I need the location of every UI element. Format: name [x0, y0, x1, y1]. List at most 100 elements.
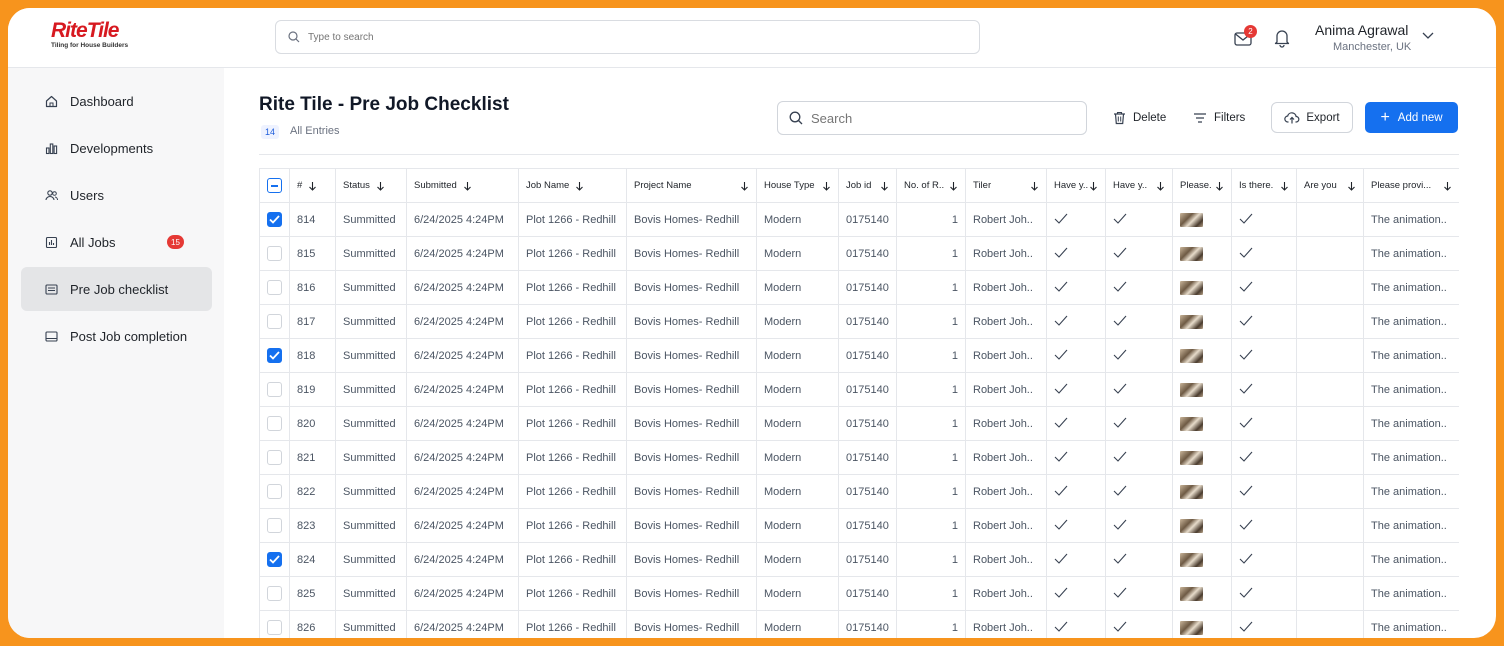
row-checkbox[interactable] [267, 212, 282, 227]
table-search[interactable] [777, 101, 1087, 135]
sidebar-item-developments[interactable]: Developments [21, 126, 212, 170]
sort-arrow-icon[interactable] [1280, 181, 1289, 191]
row-select-cell[interactable] [259, 304, 290, 339]
sidebar-item-dashboard[interactable]: Dashboard [21, 79, 212, 123]
photo-thumbnail[interactable] [1180, 552, 1203, 567]
select-all-cell[interactable] [259, 168, 290, 203]
column-header[interactable]: Submitted [406, 168, 519, 203]
sort-arrow-icon[interactable] [1443, 181, 1452, 191]
photo-cell[interactable] [1172, 236, 1232, 271]
row-checkbox[interactable] [267, 314, 282, 329]
row-select-cell[interactable] [259, 474, 290, 509]
column-header[interactable]: House Type [756, 168, 839, 203]
photo-cell[interactable] [1172, 542, 1232, 577]
photo-thumbnail[interactable] [1180, 620, 1203, 635]
sidebar-item-users[interactable]: Users [21, 173, 212, 217]
photo-cell[interactable] [1172, 508, 1232, 543]
sort-arrow-icon[interactable] [740, 181, 749, 191]
photo-cell[interactable] [1172, 474, 1232, 509]
photo-cell[interactable] [1172, 372, 1232, 407]
photo-cell[interactable] [1172, 610, 1232, 638]
row-checkbox[interactable] [267, 246, 282, 261]
photo-cell[interactable] [1172, 270, 1232, 305]
photo-cell[interactable] [1172, 440, 1232, 475]
row-checkbox[interactable] [267, 348, 282, 363]
table-row[interactable]: 824 Summitted 6/24/2025 4:24PM Plot 1266 - … [259, 542, 1459, 577]
column-header[interactable]: Are you [1296, 168, 1364, 203]
column-header[interactable]: Project Name [626, 168, 757, 203]
column-header[interactable]: Have y.. [1105, 168, 1173, 203]
row-checkbox[interactable] [267, 484, 282, 499]
global-search-input[interactable] [308, 31, 908, 43]
row-select-cell[interactable] [259, 542, 290, 577]
sort-arrow-icon[interactable] [376, 181, 385, 191]
column-header[interactable]: Status [335, 168, 407, 203]
photo-cell[interactable] [1172, 304, 1232, 339]
row-select-cell[interactable] [259, 372, 290, 407]
sort-arrow-icon[interactable] [1030, 181, 1039, 191]
delete-button[interactable]: Delete [1113, 103, 1166, 133]
row-checkbox[interactable] [267, 416, 282, 431]
export-button[interactable]: Export [1271, 102, 1353, 133]
row-select-cell[interactable] [259, 236, 290, 271]
table-row[interactable]: 826 Summitted 6/24/2025 4:24PM Plot 1266 - … [259, 610, 1459, 638]
row-select-cell[interactable] [259, 338, 290, 373]
column-header[interactable]: # [289, 168, 336, 203]
filters-button[interactable]: Filters [1193, 103, 1245, 133]
column-header[interactable]: Tiler [965, 168, 1047, 203]
row-select-cell[interactable] [259, 202, 290, 237]
sort-arrow-icon[interactable] [308, 181, 317, 191]
sort-arrow-icon[interactable] [1156, 181, 1165, 191]
photo-cell[interactable] [1172, 202, 1232, 237]
photo-thumbnail[interactable] [1180, 586, 1203, 601]
notifications-button[interactable] [1273, 28, 1293, 50]
column-header[interactable]: Have y.. [1046, 168, 1106, 203]
sidebar-item-post-job-completion[interactable]: Post Job completion [21, 314, 212, 358]
column-header[interactable]: Job Name [518, 168, 627, 203]
user-name[interactable]: Anima Agrawal [1315, 22, 1408, 38]
chevron-down-icon[interactable] [1422, 30, 1434, 40]
photo-thumbnail[interactable] [1180, 416, 1203, 431]
row-checkbox[interactable] [267, 382, 282, 397]
row-checkbox[interactable] [267, 450, 282, 465]
sort-arrow-icon[interactable] [463, 181, 472, 191]
table-row[interactable]: 820 Summitted 6/24/2025 4:24PM Plot 1266 - … [259, 406, 1459, 441]
photo-thumbnail[interactable] [1180, 348, 1203, 363]
sort-arrow-icon[interactable] [949, 181, 958, 191]
photo-thumbnail[interactable] [1180, 246, 1203, 261]
photo-thumbnail[interactable] [1180, 382, 1203, 397]
row-select-cell[interactable] [259, 270, 290, 305]
table-row[interactable]: 825 Summitted 6/24/2025 4:24PM Plot 1266 - … [259, 576, 1459, 611]
sidebar-item-all-jobs[interactable]: All Jobs 15 [21, 220, 212, 264]
row-checkbox[interactable] [267, 518, 282, 533]
add-new-button[interactable]: + Add new [1365, 102, 1458, 133]
table-row[interactable]: 819 Summitted 6/24/2025 4:24PM Plot 1266 - … [259, 372, 1459, 407]
row-checkbox[interactable] [267, 552, 282, 567]
sidebar-item-pre-job-checklist[interactable]: Pre Job checklist [21, 267, 212, 311]
row-select-cell[interactable] [259, 440, 290, 475]
table-row[interactable]: 821 Summitted 6/24/2025 4:24PM Plot 1266 - … [259, 440, 1459, 475]
sort-arrow-icon[interactable] [880, 181, 889, 191]
sort-arrow-icon[interactable] [1347, 181, 1356, 191]
table-row[interactable]: 814 Summitted 6/24/2025 4:24PM Plot 1266 - … [259, 202, 1459, 237]
sort-arrow-icon[interactable] [822, 181, 831, 191]
photo-thumbnail[interactable] [1180, 280, 1203, 295]
photo-thumbnail[interactable] [1180, 212, 1203, 227]
row-select-cell[interactable] [259, 508, 290, 543]
global-search[interactable] [275, 20, 980, 54]
column-header[interactable]: Please. [1172, 168, 1232, 203]
table-row[interactable]: 818 Summitted 6/24/2025 4:24PM Plot 1266 - … [259, 338, 1459, 373]
sort-arrow-icon[interactable] [1089, 181, 1098, 191]
row-select-cell[interactable] [259, 406, 290, 441]
select-all-checkbox[interactable] [267, 178, 282, 193]
row-checkbox[interactable] [267, 280, 282, 295]
table-row[interactable]: 816 Summitted 6/24/2025 4:24PM Plot 1266 - … [259, 270, 1459, 305]
row-checkbox[interactable] [267, 586, 282, 601]
row-select-cell[interactable] [259, 610, 290, 638]
column-header[interactable]: Is there. [1231, 168, 1297, 203]
photo-cell[interactable] [1172, 576, 1232, 611]
ritetile-logo[interactable]: RiteTile Tiling for House Builders [51, 20, 141, 54]
table-row[interactable]: 822 Summitted 6/24/2025 4:24PM Plot 1266 - … [259, 474, 1459, 509]
table-row[interactable]: 817 Summitted 6/24/2025 4:24PM Plot 1266 - … [259, 304, 1459, 339]
row-checkbox[interactable] [267, 620, 282, 635]
